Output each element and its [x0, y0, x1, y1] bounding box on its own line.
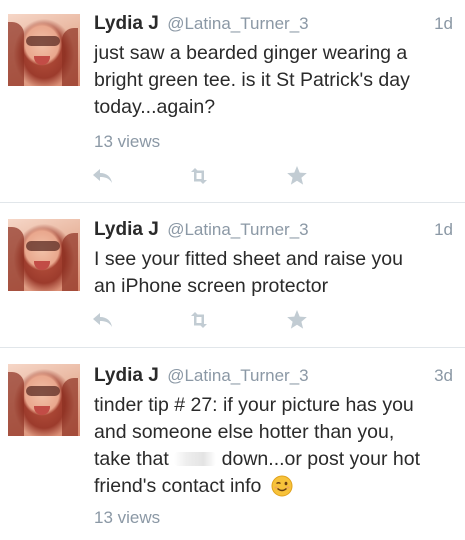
tweet-text-line: friend's contact info [94, 473, 456, 505]
tweet-actions [90, 308, 320, 332]
view-count: 13 views [94, 508, 161, 527]
tweet-timestamp: 3d [434, 366, 453, 385]
tweet-timeline: Lydia J @Latina_Turner_3 1d just saw a b… [0, 0, 465, 540]
author-handle[interactable]: @Latina_Turner_3 [167, 366, 308, 385]
tweet-text-line: and someone else hotter than you, [94, 421, 395, 443]
tweet-actions [90, 164, 320, 188]
retweet-icon[interactable] [186, 308, 212, 332]
tweet-header: Lydia J @Latina_Turner_3 1d [94, 218, 453, 242]
author-handle[interactable]: @Latina_Turner_3 [167, 220, 308, 239]
view-count: 13 views [94, 132, 161, 151]
author-handle[interactable]: @Latina_Turner_3 [167, 14, 308, 33]
avatar[interactable] [8, 219, 80, 291]
winking-face-emoji [271, 475, 293, 505]
tweet-text: I see your fitted sheet and raise you an… [94, 246, 456, 300]
tweet-text-line: just saw a bearded ginger wearing a [94, 42, 408, 64]
tweet-text-fragment: down...or post your hot [221, 448, 421, 470]
reply-icon[interactable] [90, 164, 116, 188]
tweet-header: Lydia J @Latina_Turner_3 1d [94, 12, 453, 36]
author-name[interactable]: Lydia J [94, 365, 159, 386]
tweet-text-line: an iPhone screen protector [94, 275, 329, 297]
tweet-header: Lydia J @Latina_Turner_3 3d [94, 364, 453, 388]
tweet-text: tinder tip # 27: if your picture has you… [94, 392, 456, 505]
avatar[interactable] [8, 14, 80, 86]
tweet-text-fragment: take that [94, 448, 169, 470]
avatar[interactable] [8, 364, 80, 436]
reply-icon[interactable] [90, 308, 116, 332]
tweet-text-line: take that down...or post your hot [94, 446, 456, 473]
tweet-text-line: bright green tee. is it St Patrick's day [94, 69, 410, 91]
author-name[interactable]: Lydia J [94, 13, 159, 34]
tweet[interactable]: Lydia J @Latina_Turner_3 1d just saw a b… [0, 0, 465, 203]
tweet[interactable]: Lydia J @Latina_Turner_3 1d I see your f… [0, 203, 465, 348]
tweet-text-line: I see your fitted sheet and raise you [94, 248, 403, 270]
tweet-text-fragment: friend's contact info [94, 475, 262, 497]
tweet-text-line: tinder tip # 27: if your picture has you [94, 394, 414, 416]
tweet-timestamp: 1d [434, 220, 453, 239]
tweet[interactable]: Lydia J @Latina_Turner_3 3d tinder tip #… [0, 348, 465, 540]
tweet-text: just saw a bearded ginger wearing a brig… [94, 40, 456, 121]
retweet-icon[interactable] [186, 164, 212, 188]
favorite-icon[interactable] [284, 164, 310, 188]
favorite-icon[interactable] [284, 308, 310, 332]
blurred-text [174, 452, 217, 466]
tweet-text-line: today...again? [94, 96, 216, 118]
tweet-timestamp: 1d [434, 14, 453, 33]
author-name[interactable]: Lydia J [94, 219, 159, 240]
